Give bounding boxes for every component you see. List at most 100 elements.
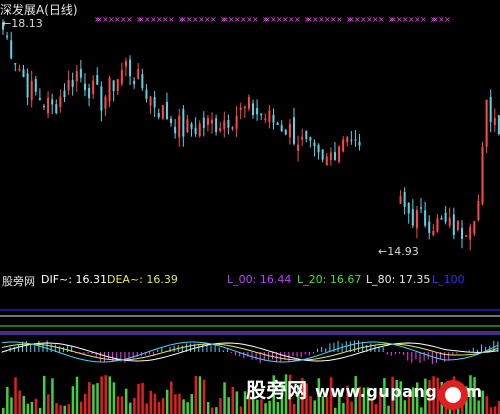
candle-body [432, 230, 435, 236]
volume-bar [96, 383, 99, 414]
volume-bar [493, 406, 497, 414]
volume-bar [333, 407, 337, 414]
volume-bar [2, 407, 5, 414]
volume-bar [170, 381, 173, 414]
volume-bar [26, 403, 30, 414]
volume-bar [198, 376, 202, 414]
l20-value: L_20: 16.67 [297, 273, 362, 286]
candle-body [88, 88, 91, 99]
stock-chart[interactable]: × × × × × × × × × × × × × × × × × × × × × × × × × × × × × × × × × × × × × × × ×… [0, 0, 500, 414]
signal-marker: × [210, 15, 217, 24]
candle-body [202, 117, 205, 128]
volume-bar [59, 405, 62, 414]
candle-body [108, 77, 111, 102]
candle-body [333, 152, 336, 160]
candle-body [194, 127, 197, 134]
signal-marker: × [252, 15, 259, 24]
volume-bar [190, 394, 194, 414]
candle-body [145, 89, 148, 99]
candle-body [14, 63, 17, 65]
volume-bar [202, 379, 206, 414]
candle-body [6, 35, 9, 38]
candle-body [338, 146, 341, 163]
candle-body [440, 217, 443, 220]
candle-body [305, 130, 308, 139]
candle-body [182, 109, 185, 137]
signal-marker: × [444, 15, 451, 24]
volume-bar [223, 382, 226, 414]
candle-body [256, 108, 259, 115]
candle-body [428, 221, 431, 233]
candle-body [55, 104, 58, 114]
indicator-name: 股旁网 [2, 275, 35, 288]
candle-body [489, 96, 492, 123]
candle-body [129, 59, 132, 77]
volume-bar [194, 375, 198, 414]
candle-body [10, 40, 13, 59]
volume-bar [174, 394, 177, 414]
candle-body [469, 226, 472, 240]
volume-bar [38, 407, 42, 414]
candle-body [219, 127, 222, 132]
candle-body [149, 96, 152, 106]
candle-body [227, 120, 230, 128]
candle-body [247, 96, 250, 109]
volume-bar [387, 405, 390, 414]
candle-body [133, 80, 136, 85]
candle-body [399, 196, 402, 204]
volume-bar [211, 407, 214, 414]
candle-body [47, 97, 50, 114]
candle-body [30, 80, 33, 100]
volume-bar [186, 402, 189, 414]
volume-bar [104, 375, 107, 414]
candle-body [452, 214, 455, 235]
candle-body [268, 110, 271, 123]
min-price-label: ←14.93 [378, 245, 419, 258]
candle-body [358, 141, 361, 146]
candle-body [186, 119, 189, 133]
candle-body [83, 83, 86, 91]
candle-body [264, 118, 267, 120]
candle-body [120, 70, 123, 84]
candle-body [206, 118, 209, 125]
volume-bar [182, 399, 185, 414]
candle-body [190, 123, 193, 129]
candle-body [329, 152, 332, 160]
chart-canvas[interactable]: ×× × × × × × ×× × × × × × ×× × × × × × ×× × × × × × ×× × × × × × ×× × × ×… [0, 0, 500, 414]
candle-body [223, 120, 226, 130]
candle-body [444, 212, 447, 222]
signal-marker: × [378, 15, 385, 24]
dea-value: DEA~: 16.39 [107, 273, 178, 286]
candle-body [235, 116, 238, 129]
volume-bar [292, 404, 296, 414]
l80-value: L_80: 17.35 [366, 273, 431, 286]
volume-bar [129, 402, 132, 414]
volume-bar [116, 396, 120, 414]
volume-bar [342, 402, 345, 414]
candle-body [465, 235, 468, 237]
candle-body [198, 123, 201, 137]
candle-body [284, 129, 287, 135]
volume-bar [374, 404, 378, 414]
volume-bar [231, 386, 235, 414]
candle-body [493, 118, 496, 125]
candle-body [309, 137, 312, 141]
candle-body [165, 101, 168, 120]
candle-body [407, 203, 410, 214]
volume-bar [47, 394, 50, 414]
volume-bar [10, 397, 13, 414]
candle-body [231, 126, 234, 130]
candle-body [481, 146, 484, 205]
volume-bar [219, 398, 222, 414]
candle-body [22, 69, 25, 78]
candle-body [485, 99, 488, 147]
candle-body [350, 139, 353, 141]
candle-body [276, 122, 279, 126]
signal-marker: × [336, 15, 343, 24]
candle-body [301, 136, 304, 140]
candle-body [325, 156, 328, 166]
candle-body [461, 228, 464, 239]
volume-bar [133, 397, 136, 414]
volume-bar [145, 403, 148, 414]
candle-body [243, 106, 246, 109]
